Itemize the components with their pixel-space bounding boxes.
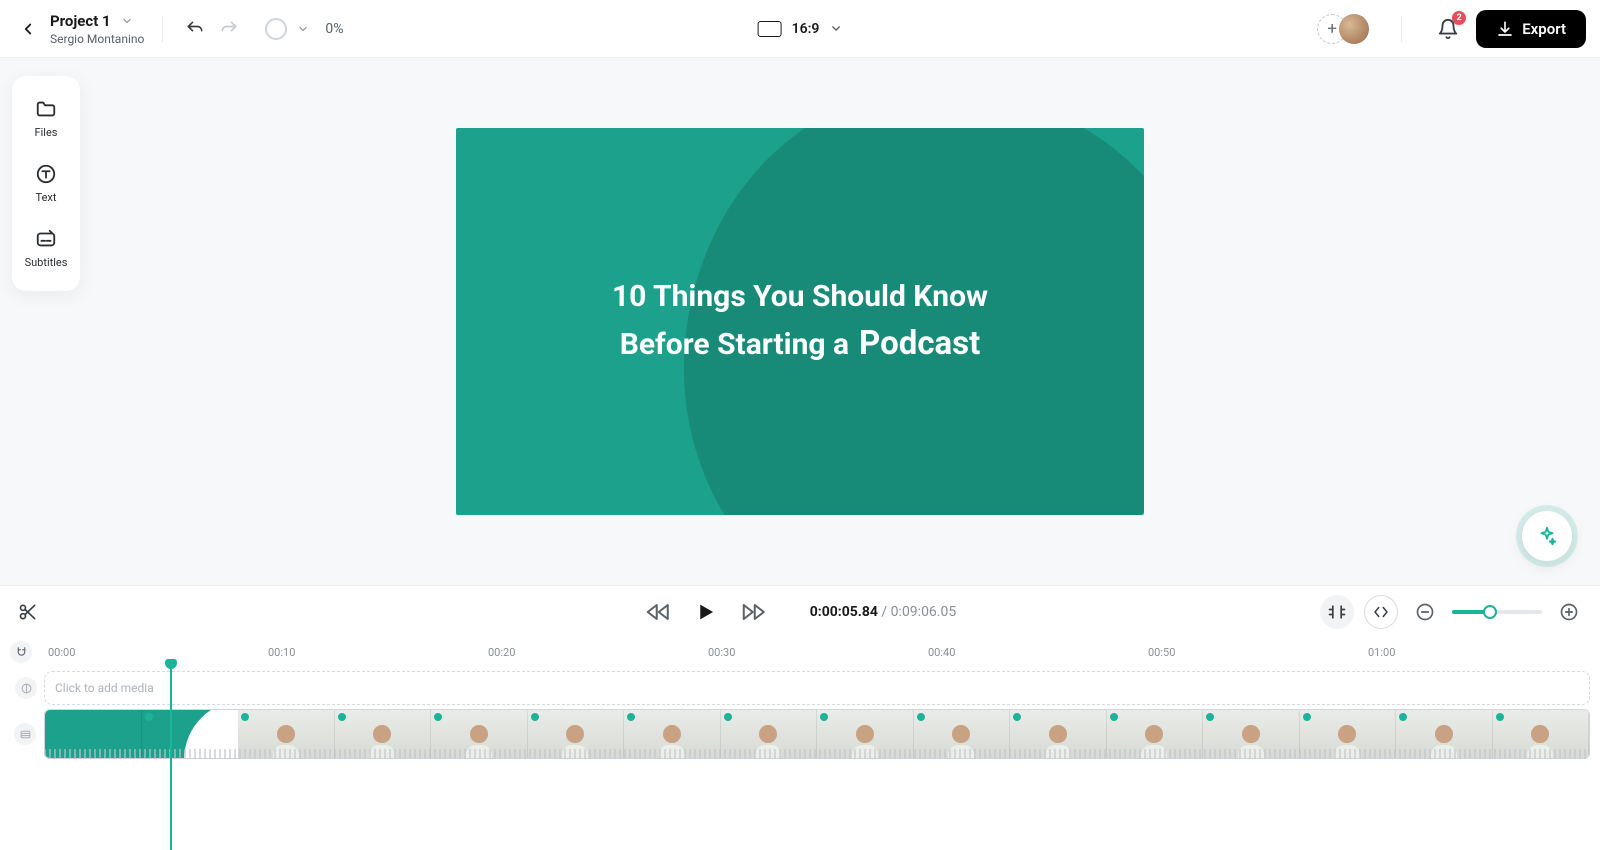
play-button[interactable] — [692, 598, 720, 626]
trim-icon — [1327, 602, 1347, 622]
forward-button[interactable] — [740, 598, 768, 626]
project-owner: Sergio Montanino — [50, 32, 144, 46]
divider — [1401, 16, 1402, 42]
back-button[interactable] — [14, 15, 42, 43]
current-time: 0:00:05.84 — [810, 604, 878, 620]
folder-icon — [35, 98, 57, 120]
divider — [162, 16, 163, 42]
video-track-icon — [14, 723, 36, 745]
chevron-down-icon[interactable] — [297, 23, 309, 35]
chevron-down-icon — [121, 15, 133, 27]
top-right-controls: + 2 Export — [1317, 10, 1586, 48]
ruler-mark: 00:10 — [268, 646, 295, 659]
video-track[interactable] — [44, 709, 1590, 759]
audio-waveform — [44, 749, 1590, 759]
fit-icon — [1372, 603, 1390, 621]
chevron-left-icon — [19, 20, 37, 38]
sparkle-icon — [1536, 525, 1558, 547]
preview-title-text: 10 Things You Should Know Before Startin… — [456, 128, 1144, 515]
rewind-button[interactable] — [644, 598, 672, 626]
duration: 0:09:06.05 — [891, 604, 957, 620]
aspect-ratio-selector[interactable]: 16:9 — [758, 21, 843, 37]
sidebar-item-text[interactable]: Text — [12, 151, 80, 216]
sidebar-label: Files — [35, 126, 58, 139]
preview-stage: Files Text Subtitles 10 Things You Shoul… — [0, 58, 1600, 585]
sidebar-item-subtitles[interactable]: Subtitles — [12, 216, 80, 281]
zoom-thumb[interactable] — [1483, 605, 1497, 619]
ai-assist-button[interactable] — [1522, 511, 1572, 561]
tc-separator: / — [878, 604, 891, 620]
trim-mode-button[interactable] — [1320, 595, 1354, 629]
magnet-icon — [15, 646, 28, 659]
layers-icon — [20, 682, 33, 695]
ruler-mark: 01:00 — [1368, 646, 1395, 659]
time-ruler[interactable]: 00:00 00:10 00:20 00:30 00:40 00:50 01:0… — [0, 637, 1600, 667]
sidebar-label: Text — [36, 191, 57, 204]
aspect-ratio-icon — [758, 21, 782, 37]
export-button[interactable]: Export — [1476, 10, 1586, 48]
timeline: 00:00 00:10 00:20 00:30 00:40 00:50 01:0… — [0, 637, 1600, 850]
video-preview[interactable]: 10 Things You Should Know Before Startin… — [456, 128, 1144, 515]
scissors-icon — [18, 602, 38, 622]
progress-indicator — [265, 18, 287, 40]
zoom-out-button[interactable] — [1408, 595, 1442, 629]
playhead[interactable] — [170, 667, 172, 850]
user-avatar[interactable] — [1339, 14, 1369, 44]
undo-icon — [185, 19, 205, 39]
cut-button[interactable] — [14, 598, 42, 626]
export-label: Export — [1522, 20, 1566, 38]
redo-icon — [219, 19, 239, 39]
notification-badge: 2 — [1452, 11, 1466, 25]
preview-line2a: Before Starting a — [620, 322, 849, 367]
fit-timeline-button[interactable] — [1364, 595, 1398, 629]
preview-line2b: Podcast — [859, 319, 980, 369]
ruler-mark: 00:40 — [928, 646, 955, 659]
subtitles-icon — [35, 228, 57, 250]
text-icon — [35, 163, 57, 185]
add-media-track[interactable]: Click to add media — [44, 671, 1590, 705]
download-icon — [1496, 20, 1514, 38]
playback-controls: 0:00:05.84 / 0:09:06.05 — [644, 598, 956, 626]
undo-button[interactable] — [181, 15, 209, 43]
overlay-track-icon — [15, 677, 37, 699]
minus-circle-icon — [1415, 602, 1435, 622]
zoom-slider[interactable] — [1452, 610, 1542, 614]
chevron-down-icon — [829, 22, 842, 35]
timeline-view-controls — [1320, 595, 1586, 629]
ruler-mark: 00:20 — [488, 646, 515, 659]
fast-forward-icon — [742, 600, 766, 624]
snap-toggle[interactable] — [10, 641, 32, 663]
playback-bar: 0:00:05.84 / 0:09:06.05 — [0, 585, 1600, 637]
sidebar-label: Subtitles — [25, 256, 68, 269]
zoom-in-button[interactable] — [1552, 595, 1586, 629]
redo-button[interactable] — [215, 15, 243, 43]
add-media-placeholder: Click to add media — [55, 681, 154, 695]
ruler-mark: 00:30 — [708, 646, 735, 659]
ruler-mark: 00:00 — [48, 646, 75, 659]
top-bar: Project 1 Sergio Montanino 0% 16:9 + 2 E… — [0, 0, 1600, 58]
project-title[interactable]: Project 1 — [50, 12, 144, 30]
side-panel: Files Text Subtitles — [12, 76, 80, 291]
aspect-ratio-value: 16:9 — [792, 21, 820, 37]
sidebar-item-files[interactable]: Files — [12, 86, 80, 151]
project-info: Project 1 Sergio Montanino — [50, 12, 144, 46]
preview-line1: 10 Things You Should Know — [612, 274, 988, 319]
plus-circle-icon — [1559, 602, 1579, 622]
rewind-icon — [646, 600, 670, 624]
film-icon — [19, 728, 32, 741]
notifications-button[interactable]: 2 — [1434, 15, 1462, 43]
ruler-mark: 00:50 — [1148, 646, 1175, 659]
project-title-text: Project 1 — [50, 12, 111, 30]
play-icon — [695, 601, 717, 623]
progress-percent: 0% — [325, 21, 343, 37]
timecode: 0:00:05.84 / 0:09:06.05 — [810, 604, 956, 620]
